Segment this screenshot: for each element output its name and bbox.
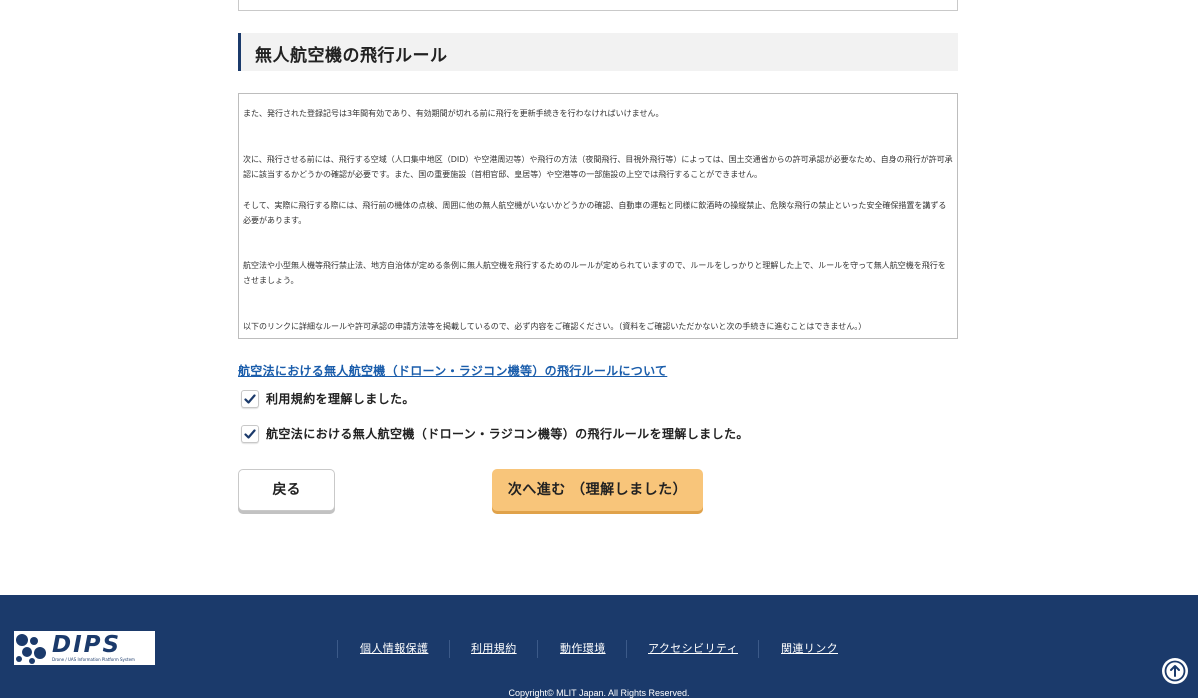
footer: DIPS Drone / UAS Information Platform Sy… (0, 595, 1198, 698)
arrow-up-icon (1164, 660, 1186, 682)
check-icon (244, 394, 256, 404)
footer-divider (626, 640, 627, 658)
rules-paragraph: そして、実際に飛行する際には、飛行前の機体の点検、周囲に他の無人航空機がいないか… (243, 201, 947, 225)
check-icon (244, 429, 256, 439)
flight-rules-checkbox[interactable] (241, 425, 259, 443)
rules-paragraph: 以下のリンクに詳細なルールや許可承認の申請方法等を掲載しているので、必ず内容をご… (243, 322, 867, 331)
rules-paragraph: また、発行された登録記号は3年間有効であり、有効期間が切れる前に飛行を更新手続き… (243, 109, 664, 118)
back-to-top-button[interactable] (1162, 658, 1188, 684)
flight-rules-link[interactable]: 航空法における無人航空機（ドローン・ラジコン機等）の飛行ルールについて (238, 362, 667, 379)
section-heading: 無人航空機の飛行ルール (238, 33, 958, 71)
rules-paragraph: 航空法や小型無人機等飛行禁止法、地方自治体が定める条例に無人航空機を飛行するため… (243, 261, 946, 285)
rules-paragraph: 次に、飛行させる前には、飛行する空域（人口集中地区（DID）や空港周辺等）や飛行… (243, 155, 953, 179)
next-button[interactable]: 次へ進む （理解しました） (492, 469, 703, 511)
footer-divider (337, 640, 338, 658)
footer-link-privacy[interactable]: 個人情報保護 (360, 640, 428, 656)
logo-text: DIPS (52, 632, 122, 658)
footer-link-environment[interactable]: 動作環境 (560, 640, 606, 656)
footer-divider (758, 640, 759, 658)
copyright-text: Copyright© MLIT Japan. All Rights Reserv… (508, 688, 690, 698)
terms-checkbox[interactable] (241, 390, 259, 408)
back-button[interactable]: 戻る (238, 469, 335, 511)
footer-divider (449, 640, 450, 658)
footer-link-related[interactable]: 関連リンク (781, 640, 838, 656)
terms-checkbox-label: 利用規約を理解しました。 (266, 392, 415, 406)
dips-logo[interactable]: DIPS Drone / UAS Information Platform Sy… (14, 631, 155, 665)
rules-text-box[interactable]: また、発行された登録記号は3年間有効であり、有効期間が切れる前に飛行を更新手続き… (238, 93, 958, 339)
previous-content-box (238, 0, 958, 11)
logo-subtitle: Drone / UAS Information Platform System (52, 657, 135, 662)
footer-link-accessibility[interactable]: アクセシビリティ (648, 640, 738, 656)
footer-link-terms[interactable]: 利用規約 (471, 640, 517, 656)
flight-rules-checkbox-label: 航空法における無人航空機（ドローン・ラジコン機等）の飛行ルールを理解しました。 (266, 427, 749, 441)
section-title: 無人航空機の飛行ルール (255, 46, 448, 66)
footer-divider (537, 640, 538, 658)
logo-dots-icon (16, 634, 46, 664)
